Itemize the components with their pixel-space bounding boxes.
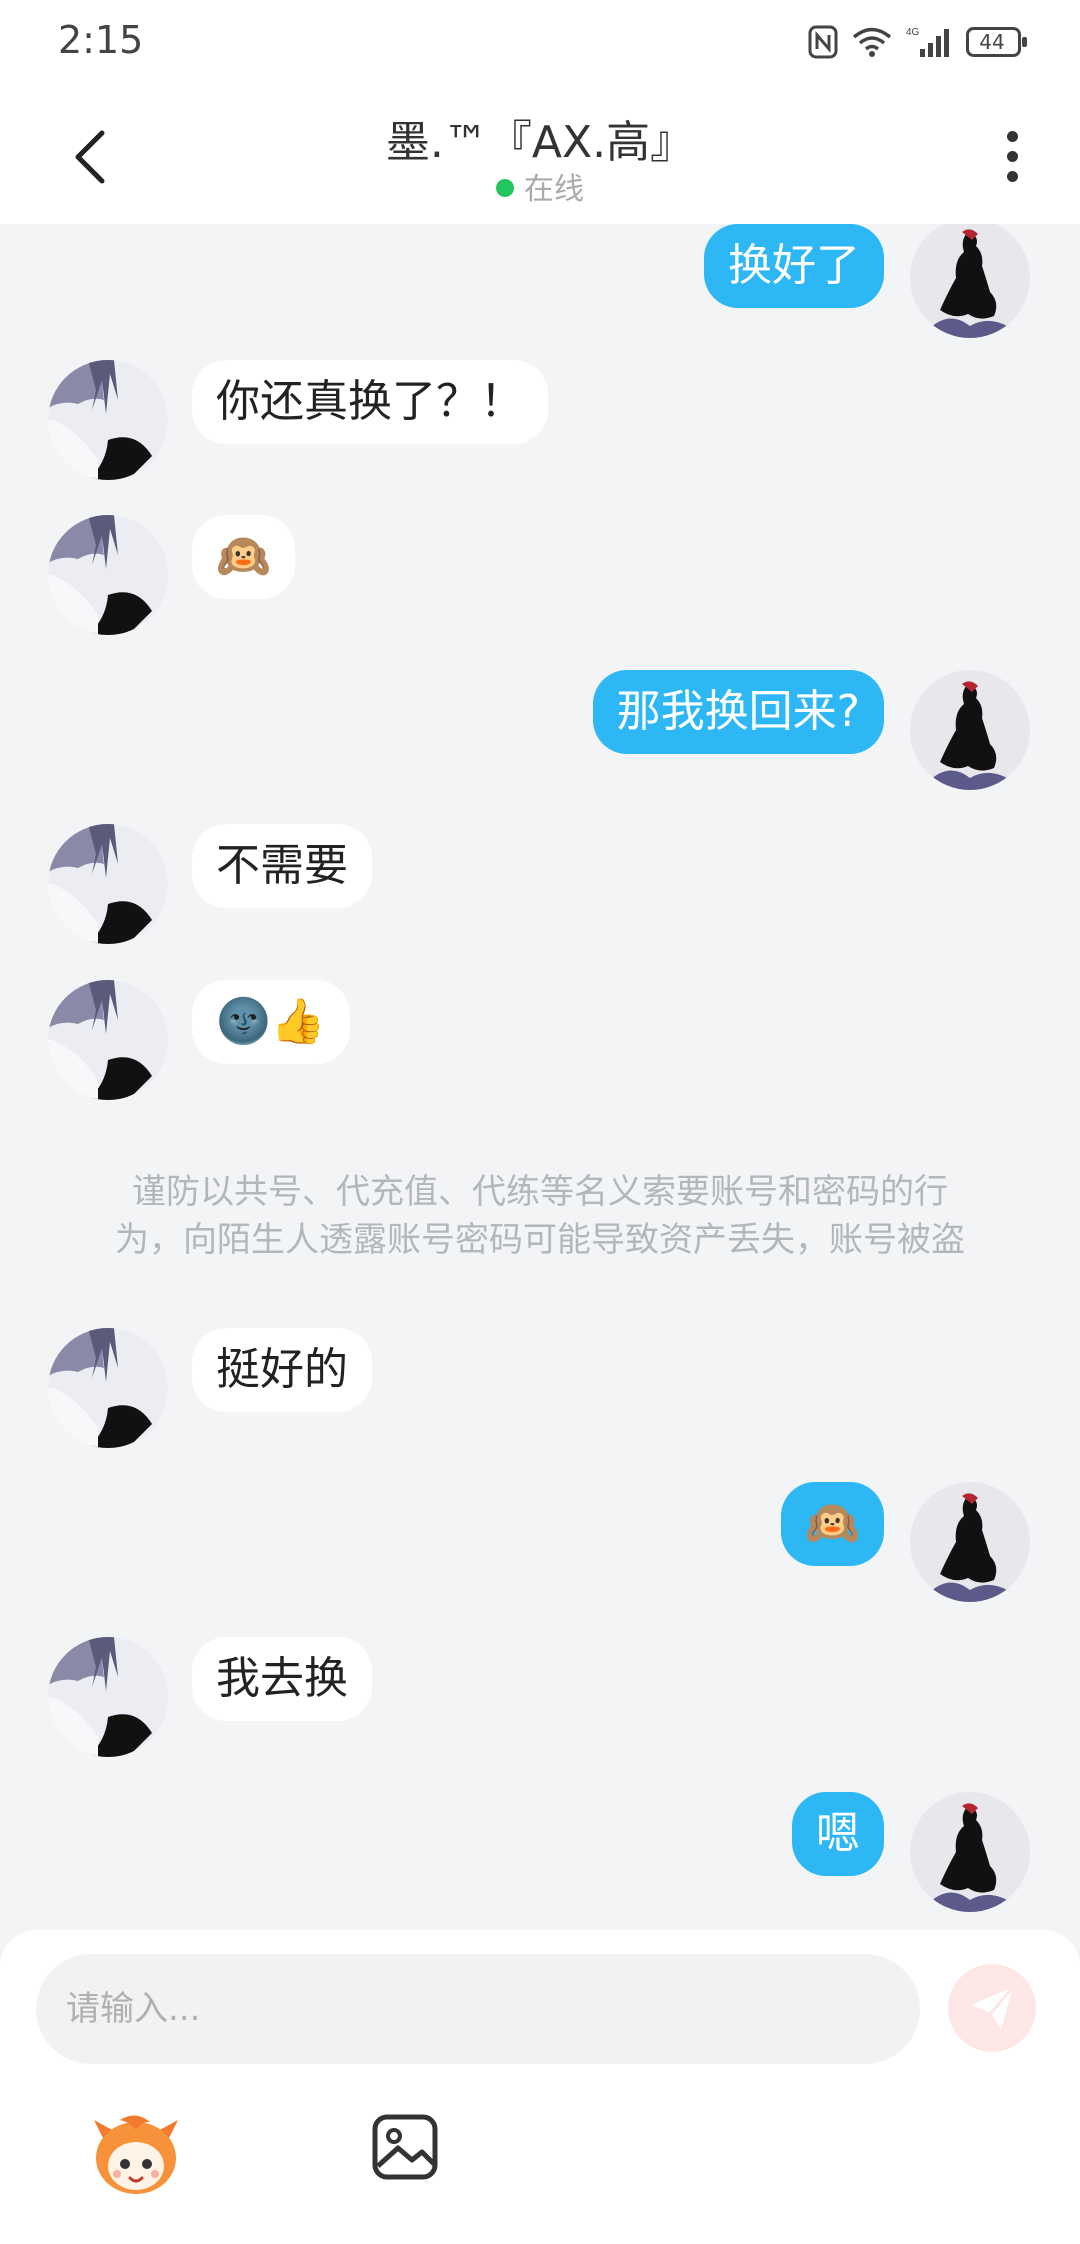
image-icon [372,2114,438,2180]
my-avatar[interactable] [910,224,1030,338]
image-button[interactable] [370,2112,440,2182]
my-avatar[interactable] [910,670,1030,790]
send-icon [971,1986,1015,2029]
battery-icon: 44 [966,27,1028,57]
online-status: 在线 [0,164,1080,208]
status-bar: 2:15 4G 44 [0,0,1080,84]
safety-notice-line1: 谨防以共号、代充值、代练等名义索要账号和密码的行 [132,1172,948,1212]
message-bubble-incoming[interactable]: 🌚👍 [192,980,350,1064]
contact-name: 墨.™『AX.高』 [385,117,695,168]
message-input[interactable] [36,1954,920,2064]
contact-avatar[interactable] [48,360,168,480]
contact-avatar[interactable] [48,515,168,635]
contact-avatar[interactable] [48,1637,168,1757]
safety-notice: 谨防以共号、代充值、代练等名义索要账号和密码的行 为，向陌生人透露账号密码可能导… [80,1168,1000,1264]
more-options-button[interactable] [984,124,1040,188]
chat-header: 墨.™『AX.高』 在线 [0,84,1080,224]
nfc-icon [808,25,838,59]
status-time: 2:15 [58,18,144,62]
network-type-label: 4G [906,27,920,38]
send-button[interactable] [948,1964,1036,2052]
message-bubble-incoming[interactable]: 🙉 [192,515,295,599]
mascot-sticker-button[interactable] [90,2110,182,2202]
message-bubble-outgoing[interactable]: 🙉 [781,1482,884,1566]
online-status-label: 在线 [524,172,584,207]
message-bubble-incoming[interactable]: 挺好的 [192,1328,372,1412]
message-list[interactable]: 换好了 你还真换了？！ 🙉 那我换回来? 不需要 🌚👍 谨防以共号、代充值、代练… [0,224,1080,1930]
message-bubble-outgoing[interactable]: 换好了 [704,224,884,308]
message-composer [0,1930,1080,2244]
my-avatar[interactable] [910,1482,1030,1602]
contact-avatar[interactable] [48,824,168,944]
message-bubble-outgoing[interactable]: 那我换回来? [592,670,884,754]
my-avatar[interactable] [910,1792,1030,1912]
status-icons: 4G 44 [808,22,1028,62]
more-vertical-icon [1006,130,1018,142]
battery-level: 44 [979,30,1005,54]
contact-avatar[interactable] [48,1328,168,1448]
online-dot-icon [496,179,514,197]
mascot-sticker-icon [94,2115,178,2194]
message-bubble-outgoing[interactable]: 嗯 [792,1792,884,1876]
signal-icon: 4G [906,27,949,57]
message-bubble-incoming[interactable]: 你还真换了？！ [192,360,548,444]
safety-notice-line2: 为，向陌生人透露账号密码可能导致资产丢失，账号被盗 [115,1220,965,1260]
contact-avatar[interactable] [48,980,168,1100]
message-bubble-incoming[interactable]: 不需要 [192,824,372,908]
message-bubble-incoming[interactable]: 我去换 [192,1637,372,1721]
wifi-icon [852,27,892,57]
